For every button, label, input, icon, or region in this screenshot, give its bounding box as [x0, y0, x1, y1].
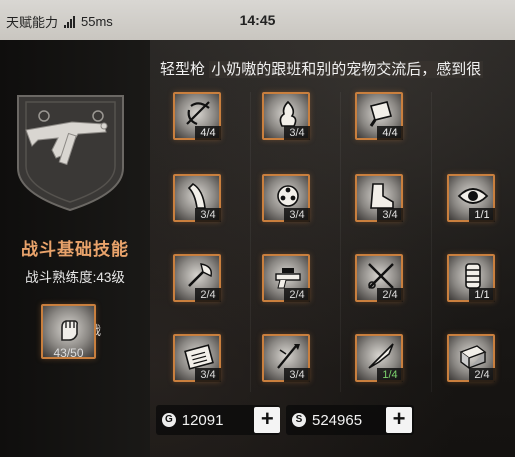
skill-slot[interactable]: 2/4	[447, 334, 495, 382]
gold-currency: G 12091 +	[156, 405, 281, 435]
silver-currency: S 524965 +	[286, 405, 414, 435]
skill-slot[interactable]: 2/4	[355, 254, 403, 302]
skill-progress: 1/1	[469, 288, 495, 302]
skill-progress: 3/4	[284, 126, 310, 140]
skill-progress: 2/4	[195, 288, 221, 302]
skill-slot[interactable]: 3/4	[262, 92, 310, 140]
skill-slot[interactable]: 3/4	[355, 174, 403, 222]
silver-coin-icon: S	[292, 413, 306, 427]
header-text: 轻型枪 小奶嗷的跟班和别的宠物交流后，感到很	[160, 58, 515, 80]
weapon-emblem	[8, 88, 133, 213]
skill-progress: 2/4	[377, 288, 403, 302]
skill-slot[interactable]: 3/4	[173, 174, 221, 222]
skill-progress: 3/4	[377, 208, 403, 222]
grid-divider	[340, 92, 341, 392]
weapon-category: 轻型枪	[160, 61, 206, 78]
clock: 14:45	[239, 12, 276, 28]
gold-coin-icon: G	[162, 413, 176, 427]
featured-skill-progress: 43/50	[53, 346, 84, 360]
skill-slot[interactable]: 3/4	[262, 334, 310, 382]
notification-message: 小奶嗷的跟班和别的宠物交流后，感到很	[209, 61, 484, 78]
skill-progress: 2/4	[469, 368, 495, 382]
skill-slot[interactable]: 2/4	[173, 254, 221, 302]
skill-title: 战斗基础技能	[21, 240, 129, 259]
skill-slot[interactable]: 3/4	[173, 334, 221, 382]
skill-slot[interactable]: 1/4	[355, 334, 403, 382]
silver-amount: 524965	[312, 411, 363, 429]
skill-slot[interactable]: 4/4	[173, 92, 221, 140]
skill-progress: 3/4	[284, 368, 310, 382]
gold-amount: 12091	[181, 411, 224, 429]
add-gold-button[interactable]: +	[254, 407, 281, 433]
shield-icon	[17, 95, 124, 212]
skill-progress: 3/4	[195, 208, 221, 222]
skill-progress: 1/1	[469, 208, 495, 222]
skill-progress: 3/4	[284, 208, 310, 222]
grid-divider	[250, 92, 251, 392]
skill-level: 战斗熟练度:43级	[25, 270, 125, 285]
skill-progress: 3/4	[195, 368, 221, 382]
skill-progress: 4/4	[377, 126, 403, 140]
skill-progress: 1/4	[377, 368, 403, 382]
skill-progress: 4/4	[195, 126, 221, 140]
skill-slot[interactable]: 3/4	[262, 174, 310, 222]
skill-progress: 2/4	[284, 288, 310, 302]
status-bar: 天赋能力 55ms 14:45	[0, 0, 515, 40]
grid-divider	[431, 92, 432, 392]
skill-slot[interactable]: 2/4	[262, 254, 310, 302]
fist-icon	[53, 312, 85, 344]
add-silver-button[interactable]: +	[386, 407, 412, 433]
weapon-panel: 战斗基础技能 战斗熟练度:43级 骁勇善战	[0, 40, 150, 457]
skill-slot[interactable]: 1/1	[447, 174, 495, 222]
skill-slot[interactable]: 4/4	[355, 92, 403, 140]
skill-slot[interactable]: 1/1	[447, 254, 495, 302]
